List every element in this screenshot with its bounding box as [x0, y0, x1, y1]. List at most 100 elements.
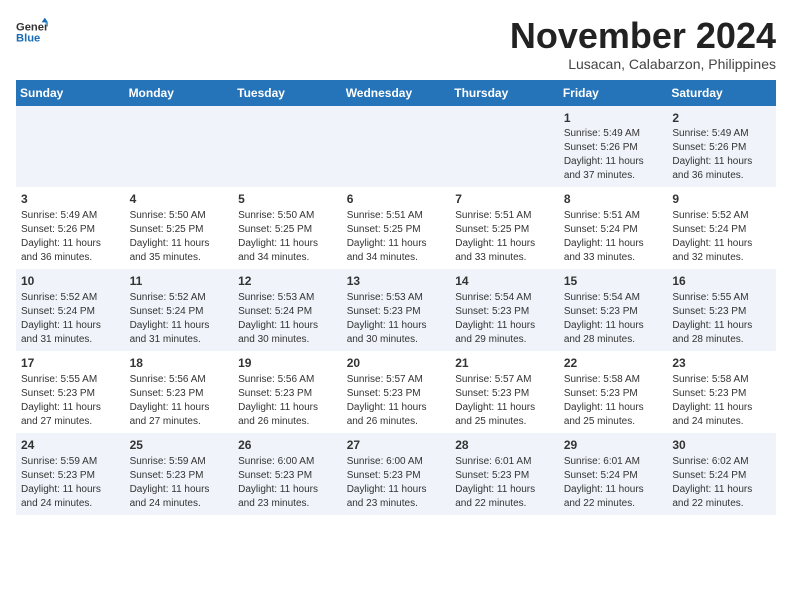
day-info: Sunrise: 5:49 AM Sunset: 5:26 PM Dayligh…	[21, 210, 101, 263]
calendar-cell: 23 Sunrise: 5:58 AM Sunset: 5:23 PM Dayli…	[667, 351, 776, 433]
calendar-cell: 5 Sunrise: 5:50 AM Sunset: 5:25 PM Daylig…	[233, 187, 342, 269]
svg-text:General: General	[16, 21, 48, 33]
day-number: 22	[564, 355, 663, 372]
day-number: 19	[238, 355, 337, 372]
day-number: 14	[455, 273, 554, 290]
calendar-cell	[450, 106, 559, 188]
weekday-header: Wednesday	[342, 80, 451, 106]
day-number: 2	[672, 110, 771, 127]
day-number: 29	[564, 437, 663, 454]
month-title: November 2024	[510, 16, 776, 56]
header-row: SundayMondayTuesdayWednesdayThursdayFrid…	[16, 80, 776, 106]
calendar-cell: 18 Sunrise: 5:56 AM Sunset: 5:23 PM Dayli…	[125, 351, 234, 433]
day-info: Sunrise: 5:51 AM Sunset: 5:25 PM Dayligh…	[455, 210, 535, 263]
day-info: Sunrise: 5:57 AM Sunset: 5:23 PM Dayligh…	[347, 374, 427, 427]
weekday-header: Saturday	[667, 80, 776, 106]
calendar-cell: 1Sunrise: 5:49 AM Sunset: 5:26 PM Daylig…	[559, 106, 668, 188]
day-number: 10	[21, 273, 120, 290]
day-number: 20	[347, 355, 446, 372]
day-number: 4	[130, 191, 229, 208]
day-info: Sunrise: 5:51 AM Sunset: 5:24 PM Dayligh…	[564, 210, 644, 263]
calendar-cell: 11 Sunrise: 5:52 AM Sunset: 5:24 PM Dayli…	[125, 269, 234, 351]
calendar-cell: 28Sunrise: 6:01 AM Sunset: 5:23 PM Dayli…	[450, 433, 559, 515]
calendar-cell: 15Sunrise: 5:54 AM Sunset: 5:23 PM Dayli…	[559, 269, 668, 351]
day-info: Sunrise: 5:56 AM Sunset: 5:23 PM Dayligh…	[238, 374, 318, 427]
day-info: Sunrise: 5:58 AM Sunset: 5:23 PM Dayligh…	[564, 374, 644, 427]
day-number: 12	[238, 273, 337, 290]
location: Lusacan, Calabarzon, Philippines	[510, 56, 776, 72]
day-info: Sunrise: 5:56 AM Sunset: 5:23 PM Dayligh…	[130, 374, 210, 427]
day-number: 5	[238, 191, 337, 208]
calendar-cell: 14 Sunrise: 5:54 AM Sunset: 5:23 PM Dayli…	[450, 269, 559, 351]
day-info: Sunrise: 5:55 AM Sunset: 5:23 PM Dayligh…	[672, 292, 752, 345]
day-info: Sunrise: 5:54 AM Sunset: 5:23 PM Dayligh…	[455, 292, 535, 345]
calendar-cell	[16, 106, 125, 188]
day-number: 11	[130, 273, 229, 290]
calendar-cell	[233, 106, 342, 188]
header: General Blue November 2024 Lusacan, Cala…	[16, 16, 776, 72]
day-info: Sunrise: 6:01 AM Sunset: 5:23 PM Dayligh…	[455, 456, 535, 509]
calendar-cell: 9Sunrise: 5:52 AM Sunset: 5:24 PM Daylig…	[667, 187, 776, 269]
day-info: Sunrise: 5:57 AM Sunset: 5:23 PM Dayligh…	[455, 374, 535, 427]
calendar-cell: 16 Sunrise: 5:55 AM Sunset: 5:23 PM Dayli…	[667, 269, 776, 351]
calendar-cell: 12Sunrise: 5:53 AM Sunset: 5:24 PM Dayli…	[233, 269, 342, 351]
calendar-cell	[342, 106, 451, 188]
title-block: November 2024 Lusacan, Calabarzon, Phili…	[510, 16, 776, 72]
day-info: Sunrise: 5:53 AM Sunset: 5:23 PM Dayligh…	[347, 292, 427, 345]
calendar-cell: 17Sunrise: 5:55 AM Sunset: 5:23 PM Dayli…	[16, 351, 125, 433]
calendar-cell: 30 Sunrise: 6:02 AM Sunset: 5:24 PM Dayli…	[667, 433, 776, 515]
day-number: 8	[564, 191, 663, 208]
day-info: Sunrise: 6:00 AM Sunset: 5:23 PM Dayligh…	[238, 456, 318, 509]
day-number: 16	[672, 273, 771, 290]
calendar-cell: 10 Sunrise: 5:52 AM Sunset: 5:24 PM Dayli…	[16, 269, 125, 351]
weekday-header: Thursday	[450, 80, 559, 106]
calendar-row: 24 Sunrise: 5:59 AM Sunset: 5:23 PM Dayli…	[16, 433, 776, 515]
logo: General Blue	[16, 16, 48, 48]
day-info: Sunrise: 6:00 AM Sunset: 5:23 PM Dayligh…	[347, 456, 427, 509]
day-number: 9	[672, 191, 771, 208]
day-number: 27	[347, 437, 446, 454]
calendar-cell	[125, 106, 234, 188]
calendar-cell: 26 Sunrise: 6:00 AM Sunset: 5:23 PM Dayli…	[233, 433, 342, 515]
day-info: Sunrise: 5:58 AM Sunset: 5:23 PM Dayligh…	[672, 374, 752, 427]
day-number: 7	[455, 191, 554, 208]
day-number: 23	[672, 355, 771, 372]
calendar-cell: 22 Sunrise: 5:58 AM Sunset: 5:23 PM Dayli…	[559, 351, 668, 433]
calendar-cell: 4 Sunrise: 5:50 AM Sunset: 5:25 PM Daylig…	[125, 187, 234, 269]
calendar-cell: 20 Sunrise: 5:57 AM Sunset: 5:23 PM Dayli…	[342, 351, 451, 433]
weekday-header: Monday	[125, 80, 234, 106]
calendar-row: 3 Sunrise: 5:49 AM Sunset: 5:26 PM Daylig…	[16, 187, 776, 269]
day-info: Sunrise: 5:51 AM Sunset: 5:25 PM Dayligh…	[347, 210, 427, 263]
day-number: 6	[347, 191, 446, 208]
day-info: Sunrise: 5:49 AM Sunset: 5:26 PM Dayligh…	[672, 128, 752, 181]
day-number: 3	[21, 191, 120, 208]
calendar-cell: 29 Sunrise: 6:01 AM Sunset: 5:24 PM Dayli…	[559, 433, 668, 515]
day-number: 1	[564, 110, 663, 127]
calendar-cell: 6 Sunrise: 5:51 AM Sunset: 5:25 PM Daylig…	[342, 187, 451, 269]
day-number: 25	[130, 437, 229, 454]
weekday-header: Tuesday	[233, 80, 342, 106]
calendar-cell: 13 Sunrise: 5:53 AM Sunset: 5:23 PM Dayli…	[342, 269, 451, 351]
calendar-cell: 3 Sunrise: 5:49 AM Sunset: 5:26 PM Daylig…	[16, 187, 125, 269]
day-number: 26	[238, 437, 337, 454]
day-info: Sunrise: 5:52 AM Sunset: 5:24 PM Dayligh…	[21, 292, 101, 345]
calendar-row: 17Sunrise: 5:55 AM Sunset: 5:23 PM Dayli…	[16, 351, 776, 433]
calendar-cell: 19 Sunrise: 5:56 AM Sunset: 5:23 PM Dayli…	[233, 351, 342, 433]
day-number: 17	[21, 355, 120, 372]
calendar-cell: 25 Sunrise: 5:59 AM Sunset: 5:23 PM Dayli…	[125, 433, 234, 515]
day-info: Sunrise: 5:50 AM Sunset: 5:25 PM Dayligh…	[238, 210, 318, 263]
day-info: Sunrise: 6:01 AM Sunset: 5:24 PM Dayligh…	[564, 456, 644, 509]
day-info: Sunrise: 5:52 AM Sunset: 5:24 PM Dayligh…	[130, 292, 210, 345]
calendar-cell: 7 Sunrise: 5:51 AM Sunset: 5:25 PM Daylig…	[450, 187, 559, 269]
day-number: 15	[564, 273, 663, 290]
day-info: Sunrise: 6:02 AM Sunset: 5:24 PM Dayligh…	[672, 456, 752, 509]
day-number: 24	[21, 437, 120, 454]
calendar-cell: 27 Sunrise: 6:00 AM Sunset: 5:23 PM Dayli…	[342, 433, 451, 515]
day-number: 21	[455, 355, 554, 372]
day-number: 18	[130, 355, 229, 372]
calendar-row: 10 Sunrise: 5:52 AM Sunset: 5:24 PM Dayli…	[16, 269, 776, 351]
day-info: Sunrise: 5:59 AM Sunset: 5:23 PM Dayligh…	[130, 456, 210, 509]
day-number: 30	[672, 437, 771, 454]
day-number: 13	[347, 273, 446, 290]
day-info: Sunrise: 5:50 AM Sunset: 5:25 PM Dayligh…	[130, 210, 210, 263]
